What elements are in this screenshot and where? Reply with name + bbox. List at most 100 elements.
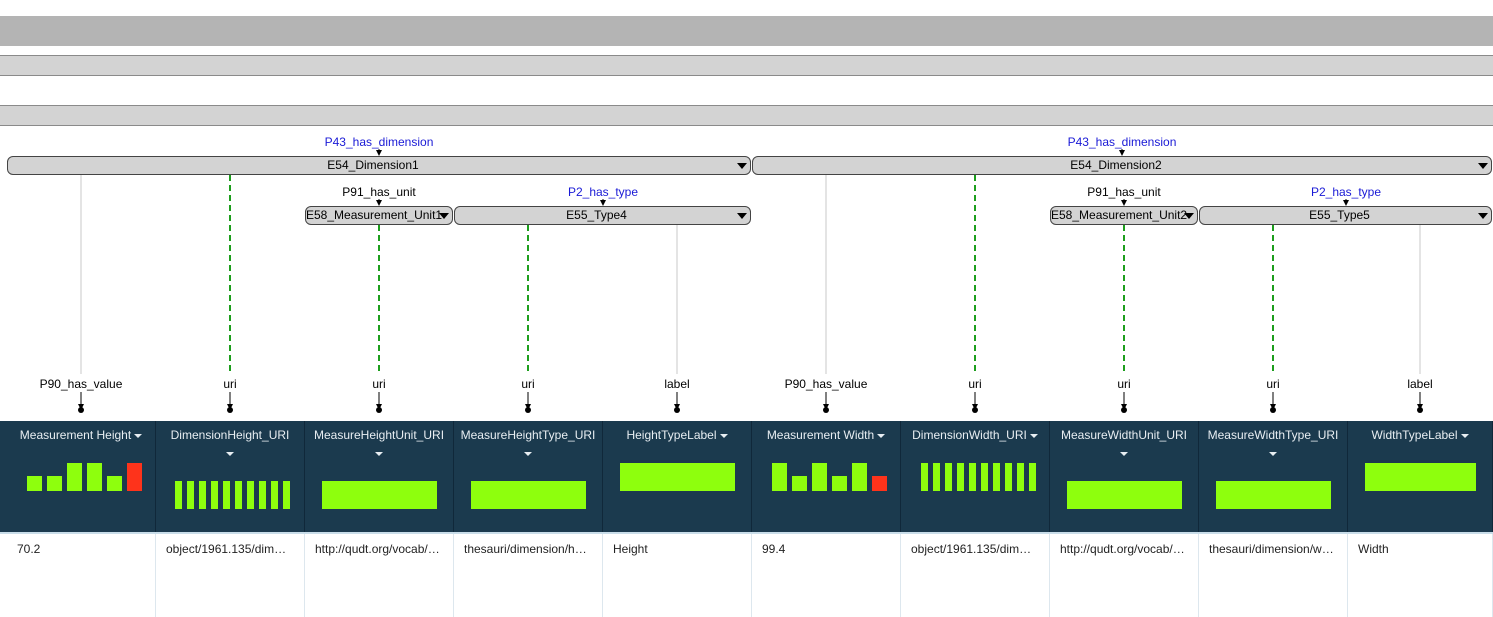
histogram-bar[interactable] xyxy=(223,481,230,509)
histogram-bar[interactable] xyxy=(283,481,290,509)
column-title[interactable]: DimensionHeight_URI xyxy=(156,428,304,442)
column-title[interactable]: MeasureWidthType_URI xyxy=(1199,428,1347,442)
histogram-bar[interactable] xyxy=(620,463,735,491)
histogram-bar[interactable] xyxy=(969,463,976,491)
histogram-bar[interactable] xyxy=(792,476,807,491)
table-cell[interactable]: http://qudt.org/vocab/… xyxy=(305,534,454,617)
column-header[interactable]: MeasureWidthUnit_URI xyxy=(1050,421,1199,532)
column-header[interactable]: DimensionWidth_URI xyxy=(901,421,1050,532)
column-title[interactable]: WidthTypeLabel xyxy=(1348,428,1492,442)
column-link-label[interactable]: uri xyxy=(1117,377,1130,391)
chevron-down-icon[interactable] xyxy=(524,452,532,456)
column-link-label[interactable]: P90_has_value xyxy=(40,377,123,391)
histogram-bar[interactable] xyxy=(67,463,82,491)
node-e58-measurement-unit1[interactable]: E58_Measurement_Unit1 xyxy=(305,206,453,225)
edge-label-p43-has-dimension[interactable]: P43_has_dimension xyxy=(1068,135,1177,149)
column-title[interactable]: MeasureHeightType_URI xyxy=(454,428,602,442)
histogram-bar[interactable] xyxy=(47,476,62,491)
chevron-down-icon[interactable] xyxy=(1120,452,1128,456)
column-header[interactable]: HeightTypeLabel xyxy=(603,421,752,532)
histogram-bar[interactable] xyxy=(1029,463,1036,491)
column-title[interactable]: MeasureWidthUnit_URI xyxy=(1050,428,1198,442)
histogram-bar[interactable] xyxy=(933,463,940,491)
histogram-bar[interactable] xyxy=(211,481,218,509)
histogram-bar[interactable] xyxy=(87,463,102,491)
table-cell[interactable]: thesauri/dimension/h… xyxy=(454,534,603,617)
table-cell[interactable]: http://qudt.org/vocab/… xyxy=(1050,534,1199,617)
histogram-bar[interactable] xyxy=(471,481,586,509)
column-link-label[interactable]: label xyxy=(664,377,689,391)
chevron-down-icon[interactable] xyxy=(1478,213,1488,219)
column-link-label[interactable]: uri xyxy=(372,377,385,391)
histogram-bar[interactable] xyxy=(107,476,122,491)
histogram-bar[interactable] xyxy=(127,463,142,491)
histogram-bar[interactable] xyxy=(852,463,867,491)
chevron-down-icon[interactable] xyxy=(1029,433,1038,438)
histogram-bar[interactable] xyxy=(1067,481,1182,509)
column-header[interactable]: WidthTypeLabel xyxy=(1348,421,1493,532)
column-link-label[interactable]: uri xyxy=(1266,377,1279,391)
table-cell[interactable]: object/1961.135/dim… xyxy=(156,534,305,617)
histogram-bar[interactable] xyxy=(1017,463,1024,491)
column-link-label[interactable]: P90_has_value xyxy=(785,377,868,391)
histogram-bar[interactable] xyxy=(981,463,988,491)
column-header[interactable]: Measurement Width xyxy=(752,421,901,532)
chevron-down-icon[interactable] xyxy=(1184,213,1194,219)
chevron-down-icon[interactable] xyxy=(877,433,886,438)
histogram-bar[interactable] xyxy=(945,463,952,491)
edge-label-p91-has-unit[interactable]: P91_has_unit xyxy=(342,185,415,199)
histogram-bar[interactable] xyxy=(322,481,437,509)
histogram-bar[interactable] xyxy=(27,476,42,491)
table-cell[interactable]: 99.4 xyxy=(752,534,901,617)
chevron-down-icon[interactable] xyxy=(226,452,234,456)
chevron-down-icon[interactable] xyxy=(375,452,383,456)
column-header[interactable]: MeasureWidthType_URI xyxy=(1199,421,1348,532)
node-e55-type5[interactable]: E55_Type5 xyxy=(1199,206,1492,225)
column-header[interactable]: MeasureHeightType_URI xyxy=(454,421,603,532)
column-title[interactable]: Measurement Height xyxy=(7,428,155,442)
histogram-bar[interactable] xyxy=(921,463,928,491)
edge-label-p43-has-dimension[interactable]: P43_has_dimension xyxy=(325,135,434,149)
column-header[interactable]: Measurement Height xyxy=(7,421,156,532)
histogram-bar[interactable] xyxy=(1216,481,1331,509)
histogram-bar[interactable] xyxy=(993,463,1000,491)
histogram-bar[interactable] xyxy=(1005,463,1012,491)
histogram-bar[interactable] xyxy=(259,481,266,509)
chevron-down-icon[interactable] xyxy=(1478,163,1488,169)
node-e58-measurement-unit2[interactable]: E58_Measurement_Unit2 xyxy=(1050,206,1198,225)
chevron-down-icon[interactable] xyxy=(134,433,143,438)
column-header[interactable]: MeasureHeightUnit_URI xyxy=(305,421,454,532)
column-link-label[interactable]: uri xyxy=(968,377,981,391)
histogram-bar[interactable] xyxy=(872,476,887,491)
column-header[interactable]: DimensionHeight_URI xyxy=(156,421,305,532)
chevron-down-icon[interactable] xyxy=(439,213,449,219)
edge-label-p2-has-type[interactable]: P2_has_type xyxy=(1311,185,1381,199)
column-title[interactable]: HeightTypeLabel xyxy=(603,428,751,442)
histogram-bar[interactable] xyxy=(175,481,182,509)
column-title[interactable]: DimensionWidth_URI xyxy=(901,428,1049,442)
table-cell[interactable]: thesauri/dimension/w… xyxy=(1199,534,1348,617)
column-title[interactable]: MeasureHeightUnit_URI xyxy=(305,428,453,442)
column-link-label[interactable]: uri xyxy=(521,377,534,391)
chevron-down-icon[interactable] xyxy=(737,163,747,169)
histogram-bar[interactable] xyxy=(187,481,194,509)
edge-label-p91-has-unit[interactable]: P91_has_unit xyxy=(1087,185,1160,199)
histogram-bar[interactable] xyxy=(957,463,964,491)
histogram-bar[interactable] xyxy=(1365,463,1476,491)
histogram-bar[interactable] xyxy=(772,463,787,491)
column-link-label[interactable]: label xyxy=(1407,377,1432,391)
table-cell[interactable]: Height xyxy=(603,534,752,617)
node-e55-type4[interactable]: E55_Type4 xyxy=(454,206,751,225)
chevron-down-icon[interactable] xyxy=(1269,452,1277,456)
chevron-down-icon[interactable] xyxy=(719,433,728,438)
table-cell[interactable]: Width xyxy=(1348,534,1493,617)
node-e54-dimension1[interactable]: E54_Dimension1 xyxy=(7,156,751,175)
histogram-bar[interactable] xyxy=(247,481,254,509)
edge-label-p2-has-type[interactable]: P2_has_type xyxy=(568,185,638,199)
chevron-down-icon[interactable] xyxy=(1460,433,1469,438)
histogram-bar[interactable] xyxy=(199,481,206,509)
column-link-label[interactable]: uri xyxy=(223,377,236,391)
histogram-bar[interactable] xyxy=(832,476,847,491)
column-title[interactable]: Measurement Width xyxy=(752,428,900,442)
histogram-bar[interactable] xyxy=(812,463,827,491)
